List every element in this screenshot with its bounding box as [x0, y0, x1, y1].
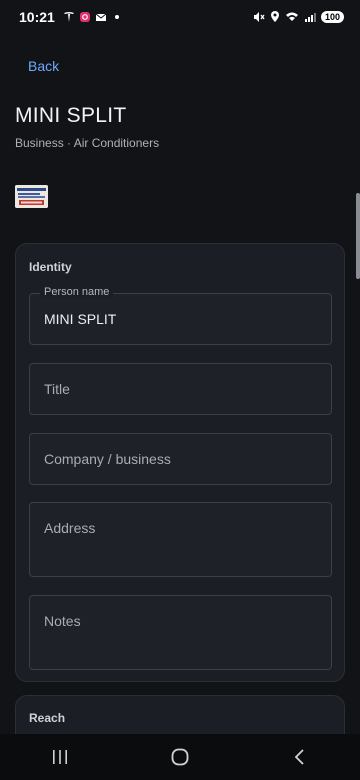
- status-time: 10:21: [19, 9, 55, 25]
- business-card-thumbnail[interactable]: [15, 185, 48, 208]
- mute-icon: [253, 12, 265, 22]
- scrollbar[interactable]: [356, 193, 360, 279]
- notes-placeholder: Notes: [44, 613, 81, 629]
- page-title: MINI SPLIT: [15, 104, 127, 127]
- business-card-image: [15, 185, 48, 208]
- notification-icons: [63, 11, 119, 23]
- screen: 10:21 100 Back MINI SPLIT Business · Air…: [0, 0, 360, 780]
- identity-section-title: Identity: [29, 260, 72, 274]
- status-bar: 10:21 100: [0, 0, 360, 34]
- wifi-icon: [285, 12, 298, 21]
- identity-card: Identity Person name MINI SPLIT Title Co…: [15, 243, 345, 682]
- home-icon: [171, 748, 189, 766]
- notes-field[interactable]: Notes: [29, 595, 332, 670]
- page-subtitle: Business · Air Conditioners: [15, 136, 160, 150]
- battery-indicator: 100: [320, 11, 344, 23]
- reach-section-title: Reach: [29, 711, 66, 725]
- title-field[interactable]: Title: [29, 363, 332, 415]
- instagram-icon: [79, 12, 90, 22]
- company-placeholder: Company / business: [44, 451, 171, 467]
- back-icon: [294, 749, 304, 765]
- navigation-bar: [0, 734, 360, 780]
- recents-button[interactable]: [40, 742, 80, 772]
- person-name-field[interactable]: Person name MINI SPLIT: [29, 286, 332, 345]
- person-name-value: MINI SPLIT: [44, 311, 117, 327]
- back-button[interactable]: Back: [28, 58, 59, 74]
- system-back-button[interactable]: [280, 742, 320, 772]
- tesla-icon: [63, 12, 74, 22]
- mail-icon: [95, 13, 107, 21]
- status-right-icons: 100: [253, 11, 344, 23]
- signal-icon: [304, 13, 316, 22]
- company-field[interactable]: Company / business: [29, 433, 332, 485]
- address-field[interactable]: Address: [29, 502, 332, 577]
- title-placeholder: Title: [44, 381, 70, 397]
- more-notifications-dot: [114, 15, 119, 19]
- person-name-label: Person name: [40, 286, 114, 298]
- location-icon: [270, 11, 279, 22]
- home-button[interactable]: [160, 742, 200, 772]
- address-placeholder: Address: [44, 520, 96, 536]
- recents-icon: [53, 750, 67, 764]
